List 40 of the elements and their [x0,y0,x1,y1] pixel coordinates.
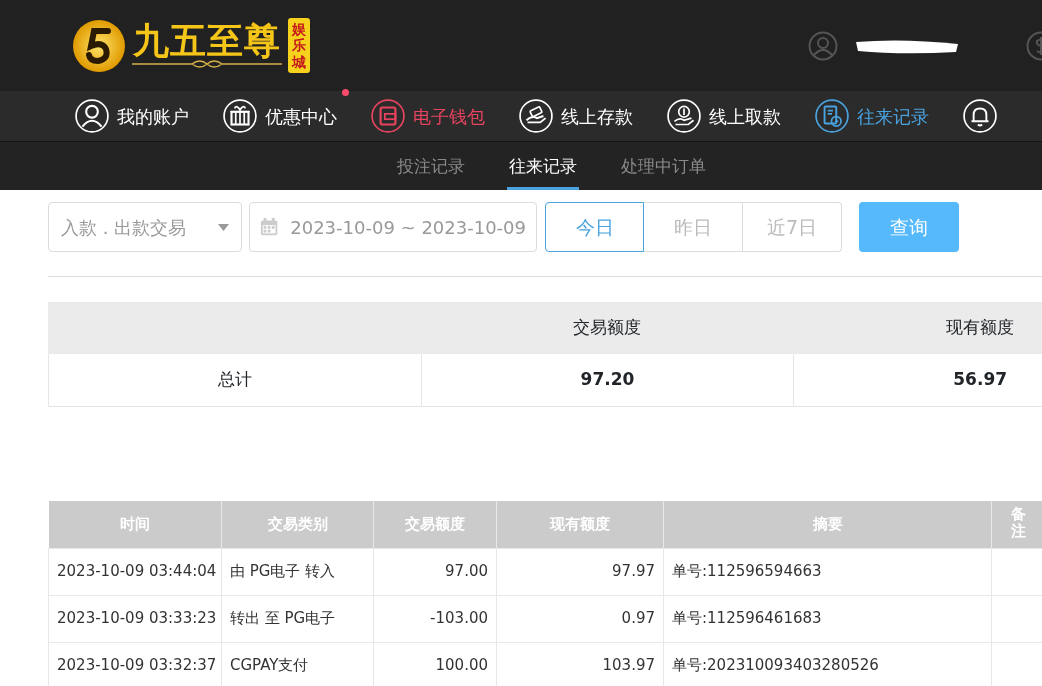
brand-tag: 娱乐城 [288,18,310,73]
caret-icon [218,223,229,231]
table-cell: 单号:112596461683 [663,595,992,642]
sub-tab[interactable]: 投注记录 [394,142,467,190]
table-cell: 单号:112596594663 [663,548,992,595]
brand-name: 九五至尊 [133,21,281,58]
document-clock-icon[interactable] [815,99,849,133]
table-cell: 总计 [48,353,422,407]
logo-icon [72,18,126,73]
table-cell: 2023-10-09 03:32:37 [48,642,222,686]
type-dropdown[interactable]: 入款 . 出款交易 [48,202,242,252]
table-cell: 2023-10-09 03:33:23 [48,595,222,642]
nav-link[interactable]: 线上存款 [561,102,633,130]
table-cell: 97.20 [421,353,794,407]
table-cell: 97.97 [496,548,664,595]
person-icon[interactable] [75,99,109,133]
column-header: 交易额度 [573,317,642,338]
sub-tab[interactable]: 往来记录 [506,142,579,190]
calendar-icon [260,217,279,237]
sub-tab[interactable]: 处理中订单 [618,142,708,190]
table-cell: 97.00 [373,548,497,595]
hand-card-icon[interactable] [519,99,553,133]
table-cell: 由 PG电子 转入 [221,548,374,595]
nav-link[interactable]: 优惠中心 [265,102,337,130]
wallet-icon[interactable] [371,99,405,133]
table-cell: 转出 至 PG电子 [221,595,374,642]
column-header: 现有额度 [946,317,1015,338]
nav-link[interactable]: 往来记录 [857,102,929,130]
nav-link[interactable]: 我的账户 [117,102,189,130]
hand-coin-icon[interactable] [667,99,701,133]
gift-icon[interactable] [223,99,257,133]
nav-link[interactable]: 线上取款 [709,102,781,130]
table-cell: -103.00 [373,595,497,642]
date-range-field[interactable]: 2023-10-09 ~ 2023-10-09 [249,202,537,252]
table-cell: 0.97 [496,595,664,642]
ornament-icon [132,57,282,70]
table-cell: 2023-10-09 03:44:04 [48,548,222,595]
nav-link[interactable]: 电子钱包 [413,102,485,130]
range-tab[interactable]: 今日 [545,202,644,252]
bell-icon[interactable] [963,99,997,133]
